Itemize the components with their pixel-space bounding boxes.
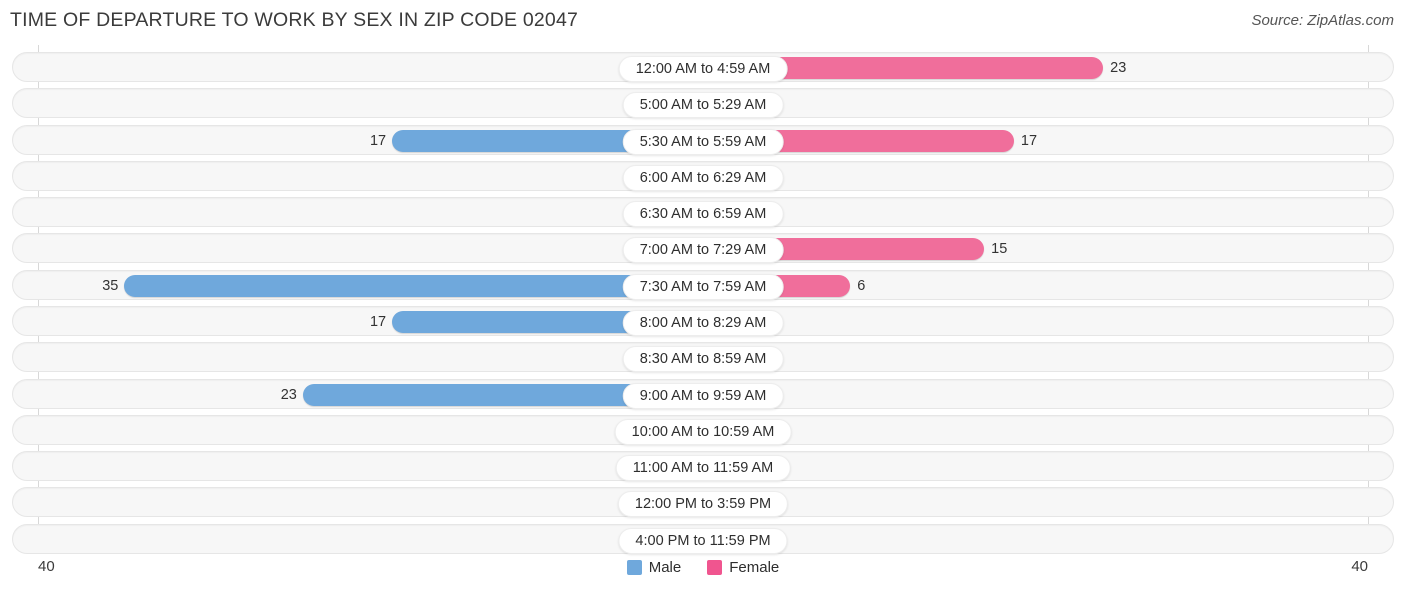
legend-swatch-male-icon (626, 560, 642, 575)
table-row: 008:30 AM to 8:59 AM (12, 342, 1394, 373)
category-label: 7:00 AM to 7:29 AM (622, 237, 784, 264)
chart-footer: 40 40 Male Female (0, 552, 1406, 595)
category-label: 12:00 AM to 4:59 AM (618, 56, 788, 82)
table-row: 2309:00 AM to 9:59 AM (12, 378, 1394, 409)
bar-value-male: 35 (102, 277, 119, 294)
chart-legend: Male Female (0, 559, 1406, 576)
table-row: 004:00 PM to 11:59 PM (12, 523, 1394, 554)
table-row: 0011:00 AM to 11:59 AM (12, 451, 1394, 482)
table-row: 0010:00 AM to 10:59 AM (12, 414, 1394, 445)
chart-header: TIME OF DEPARTURE TO WORK BY SEX IN ZIP … (0, 0, 1406, 42)
legend-item-female[interactable]: Female (707, 559, 779, 576)
chart-plot-area: 02312:00 AM to 4:59 AM005:00 AM to 5:29 … (0, 45, 1406, 554)
table-row: 005:00 AM to 5:29 AM (12, 88, 1394, 119)
legend-label-male: Male (648, 559, 682, 576)
table-row: 1708:00 AM to 8:29 AM (12, 305, 1394, 336)
bar-male[interactable] (124, 274, 702, 297)
category-label: 11:00 AM to 11:59 AM (615, 455, 791, 482)
source-attribution: Source: ZipAtlas.com (1251, 12, 1394, 29)
legend-label-female: Female (729, 559, 780, 576)
category-label: 12:00 PM to 3:59 PM (617, 491, 789, 518)
category-label: 9:00 AM to 9:59 AM (622, 382, 784, 409)
bar-value-female: 23 (1110, 60, 1127, 76)
bar-value-female: 17 (1020, 132, 1038, 149)
legend-swatch-female-icon (707, 560, 723, 575)
category-label: 8:30 AM to 8:59 AM (622, 346, 784, 373)
table-row: 0012:00 PM to 3:59 PM (12, 487, 1394, 518)
legend-item-male[interactable]: Male (626, 559, 682, 576)
category-label: 7:30 AM to 7:59 AM (622, 273, 784, 300)
bar-value-male: 17 (369, 132, 387, 149)
category-label: 8:00 AM to 8:29 AM (622, 309, 784, 336)
category-label: 6:30 AM to 6:59 AM (622, 201, 784, 228)
table-row: 17 17 5:30 AM to 5:59 AM (12, 124, 1394, 155)
table-row: 0157:00 AM to 7:29 AM (12, 233, 1394, 264)
bar-value-female: 6 (857, 277, 866, 294)
category-label: 6:00 AM to 6:29 AM (622, 164, 784, 191)
table-row: 006:00 AM to 6:29 AM (12, 160, 1394, 191)
table-row: 006:30 AM to 6:59 AM (12, 197, 1394, 228)
category-label: 5:00 AM to 5:29 AM (622, 92, 784, 119)
table-row: 02312:00 AM to 4:59 AM (12, 52, 1394, 82)
category-label: 5:30 AM to 5:59 AM (622, 128, 784, 155)
page-title: TIME OF DEPARTURE TO WORK BY SEX IN ZIP … (10, 9, 579, 31)
bar-value-female: 15 (991, 241, 1008, 258)
bar-value-male: 23 (280, 386, 297, 403)
bar-value-male: 17 (369, 313, 387, 330)
category-label: 4:00 PM to 11:59 PM (618, 527, 788, 554)
table-row: 35 6 7:30 AM to 7:59 AM (12, 269, 1394, 300)
category-label: 10:00 AM to 10:59 AM (614, 418, 792, 445)
